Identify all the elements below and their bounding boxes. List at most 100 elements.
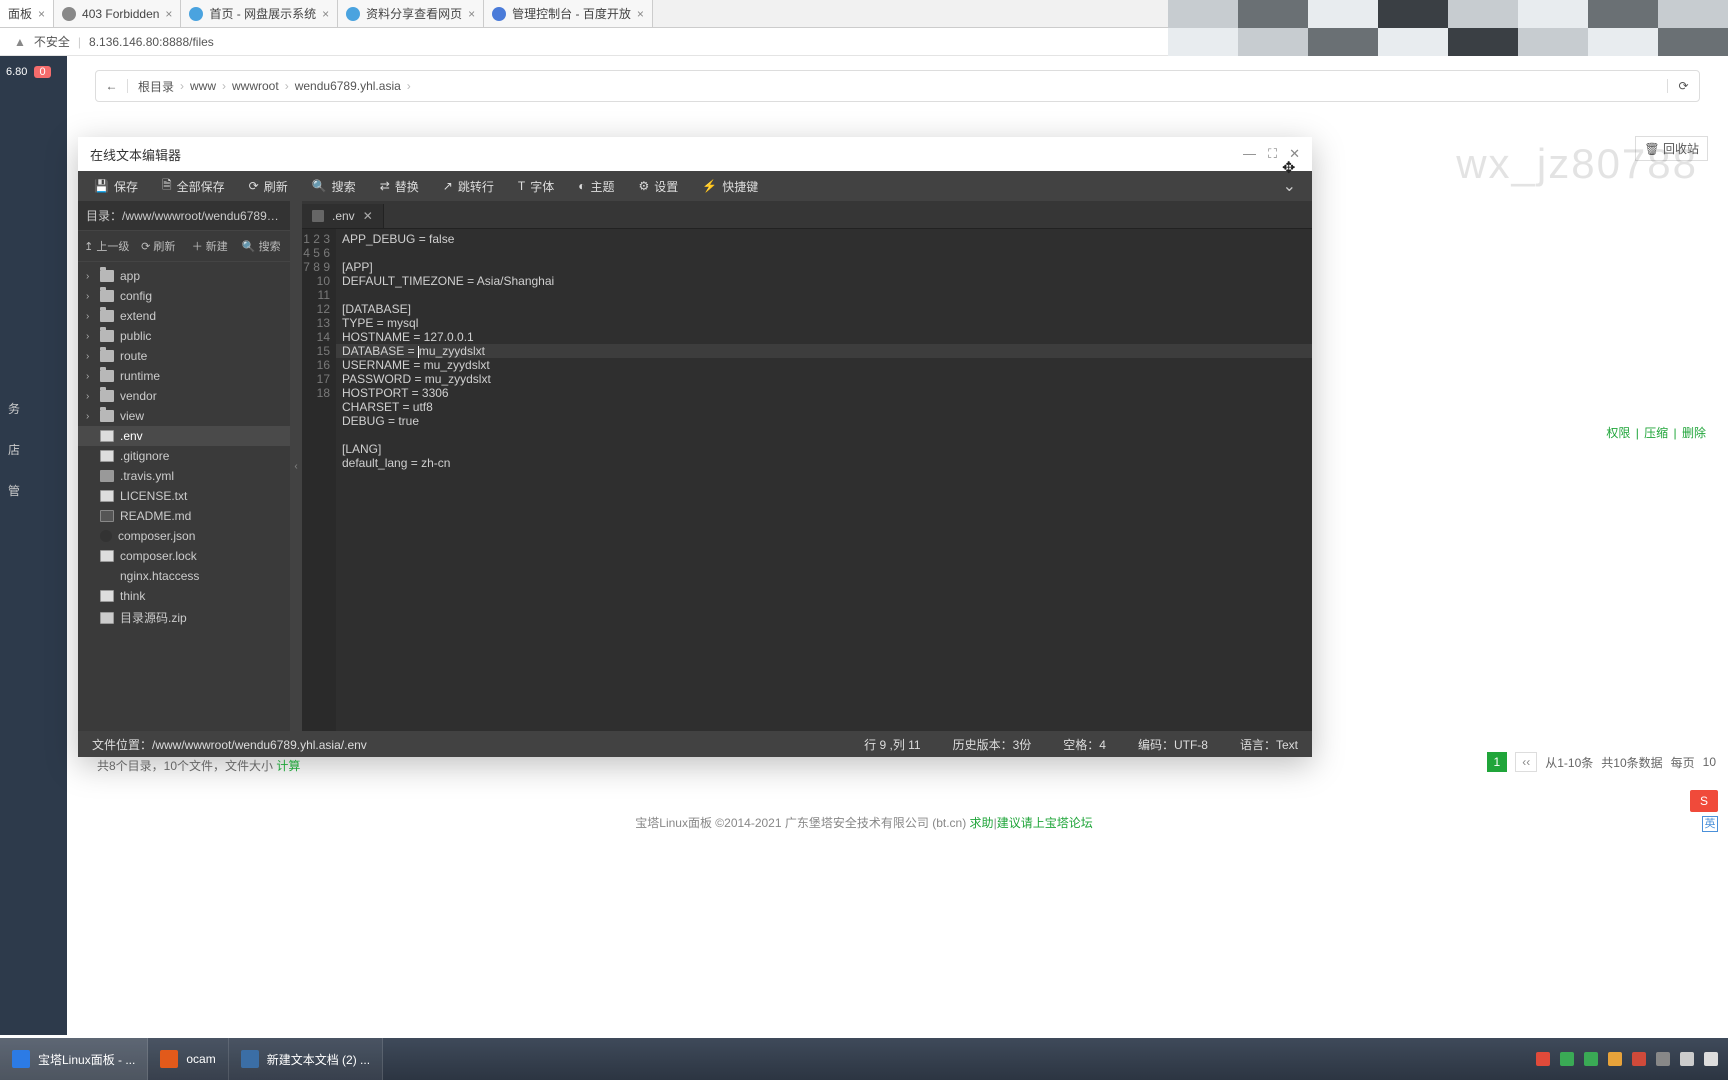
taskbar-item[interactable]: 新建文本文档 (2) ...: [229, 1038, 383, 1080]
file-tree[interactable]: ›app›config›extend›public›route›runtime›…: [78, 262, 290, 731]
collapse-sidebar-button[interactable]: ‹: [290, 201, 302, 731]
permission-link[interactable]: 权限: [1604, 426, 1632, 440]
breadcrumb-back-button[interactable]: ←: [96, 79, 128, 93]
modal-title-bar[interactable]: 在线文本编辑器 — ⛶ ✕: [78, 137, 1312, 171]
tray-icon[interactable]: [1680, 1052, 1694, 1066]
tree-file[interactable]: README.md: [78, 506, 290, 526]
recycle-bin-button[interactable]: 🗑 回收站: [1635, 136, 1708, 161]
volume-icon[interactable]: [1704, 1052, 1718, 1066]
replace-button[interactable]: ⇄替换: [370, 174, 429, 199]
breadcrumb-refresh-button[interactable]: ⟳: [1667, 79, 1699, 93]
forum-link[interactable]: 建议请上宝塔论坛: [997, 816, 1093, 830]
calculate-link[interactable]: 计算: [276, 759, 300, 773]
ime-lang-indicator[interactable]: 英: [1702, 816, 1718, 832]
tab-close-icon[interactable]: ×: [322, 7, 329, 21]
tree-folder[interactable]: ›config: [78, 286, 290, 306]
browser-tab[interactable]: 403 Forbidden ×: [54, 0, 181, 27]
tree-file[interactable]: composer.json: [78, 526, 290, 546]
ime-badge[interactable]: S: [1690, 790, 1718, 812]
status-encoding[interactable]: 编码：UTF-8: [1138, 736, 1208, 753]
code-lines[interactable]: APP_DEBUG = false [APP]DEFAULT_TIMEZONE …: [336, 229, 1312, 731]
tab-close-icon[interactable]: ×: [38, 7, 45, 21]
browser-tab[interactable]: 资料分享查看网页 ×: [338, 0, 484, 27]
breadcrumb-part[interactable]: wendu6789.yhl.asia: [295, 79, 401, 93]
breadcrumb-part[interactable]: www: [190, 79, 216, 93]
notification-badge[interactable]: 0: [34, 66, 50, 78]
taskbar-item[interactable]: 宝塔Linux面板 - ...: [0, 1038, 148, 1080]
tree-file[interactable]: .gitignore: [78, 446, 290, 466]
tree-file[interactable]: .travis.yml: [78, 466, 290, 486]
refresh-tree-button[interactable]: ⟳刷新: [134, 235, 184, 257]
close-icon[interactable]: ✕: [1289, 146, 1300, 162]
row-actions: 权限 | 压缩 | 删除: [1604, 424, 1708, 441]
security-label: 不安全: [34, 33, 70, 50]
status-indent[interactable]: 空格：4: [1063, 736, 1106, 753]
browser-tab[interactable]: 管理控制台 - 百度开放 ×: [484, 0, 653, 27]
tree-folder[interactable]: ›view: [78, 406, 290, 426]
tab-close-icon[interactable]: ✕: [363, 209, 373, 223]
browser-tab[interactable]: 首页 - 网盘展示系统 ×: [181, 0, 338, 27]
tree-file[interactable]: LICENSE.txt: [78, 486, 290, 506]
tree-file[interactable]: think: [78, 586, 290, 606]
refresh-button[interactable]: ⟳刷新: [239, 174, 298, 199]
tray-icon[interactable]: [1536, 1052, 1550, 1066]
tray-icon[interactable]: [1608, 1052, 1622, 1066]
tree-file[interactable]: nginx.htaccess: [78, 566, 290, 586]
tray-icon[interactable]: [1560, 1052, 1574, 1066]
status-language[interactable]: 语言：Text: [1240, 736, 1298, 753]
minimize-icon[interactable]: —: [1243, 146, 1256, 162]
browser-tab[interactable]: 面板 ×: [0, 0, 54, 27]
search-tree-button[interactable]: 🔍搜索: [237, 235, 287, 257]
new-file-button[interactable]: ＋新建: [185, 235, 235, 257]
tray-icon[interactable]: [1656, 1052, 1670, 1066]
tree-label: runtime: [120, 369, 160, 383]
save-all-button[interactable]: 🗎全部保存: [152, 172, 235, 201]
prev-page-button[interactable]: ‹‹: [1515, 752, 1537, 772]
tree-folder[interactable]: ›route: [78, 346, 290, 366]
goto-line-button[interactable]: ↗跳转行: [433, 174, 504, 199]
page-number[interactable]: 1: [1487, 752, 1508, 772]
tab-close-icon[interactable]: ×: [637, 7, 644, 21]
shortcut-button[interactable]: ⚡快捷键: [692, 174, 768, 199]
tree-folder[interactable]: ›runtime: [78, 366, 290, 386]
tree-label: nginx.htaccess: [120, 569, 199, 583]
editor-tab[interactable]: .env ✕: [302, 204, 384, 228]
trash-icon: 🗑: [1644, 142, 1659, 156]
tree-label: think: [120, 589, 145, 603]
nav-item[interactable]: 务: [0, 388, 67, 429]
tree-folder[interactable]: ›extend: [78, 306, 290, 326]
up-level-button[interactable]: ↥上一级: [82, 235, 132, 257]
tree-file[interactable]: .env: [78, 426, 290, 446]
taskbar-item[interactable]: ocam: [148, 1038, 228, 1080]
search-button[interactable]: 🔍搜索: [302, 174, 366, 199]
font-button[interactable]: T字体: [508, 174, 564, 199]
nav-item[interactable]: 管: [0, 470, 67, 511]
chevron-down-icon[interactable]: ⌄: [1273, 176, 1306, 196]
file-icon: [100, 430, 114, 442]
tab-close-icon[interactable]: ×: [468, 7, 475, 21]
code-editor[interactable]: 1 2 3 4 5 6 7 8 9 10 11 12 13 14 15 16 1…: [302, 229, 1312, 731]
system-tray[interactable]: [1526, 1038, 1728, 1080]
breadcrumb-part[interactable]: wwwroot: [232, 79, 279, 93]
breadcrumb-root[interactable]: 根目录: [138, 78, 174, 95]
save-button[interactable]: 💾保存: [84, 174, 148, 199]
tree-folder[interactable]: ›app: [78, 266, 290, 286]
delete-link[interactable]: 删除: [1680, 426, 1708, 440]
folder-stats: 共8个目录，10个文件，文件大小 计算: [97, 757, 300, 774]
tab-close-icon[interactable]: ×: [165, 7, 172, 21]
settings-button[interactable]: ⚙设置: [628, 174, 688, 199]
compress-link[interactable]: 压缩: [1642, 426, 1670, 440]
folder-icon: [100, 310, 114, 322]
theme-button[interactable]: ◐主题: [568, 174, 624, 199]
status-history[interactable]: 历史版本：3份: [953, 736, 1032, 753]
maximize-icon[interactable]: ⛶: [1268, 146, 1277, 162]
tree-folder[interactable]: ›public: [78, 326, 290, 346]
tray-icon[interactable]: [1584, 1052, 1598, 1066]
tree-file[interactable]: 目录源码.zip: [78, 606, 290, 629]
nav-item[interactable]: 店: [0, 429, 67, 470]
help-link[interactable]: 求助: [970, 816, 994, 830]
tree-folder[interactable]: ›vendor: [78, 386, 290, 406]
tree-file[interactable]: composer.lock: [78, 546, 290, 566]
tray-icon[interactable]: [1632, 1052, 1646, 1066]
breadcrumb-path[interactable]: 根目录 › www › wwwroot › wendu6789.yhl.asia…: [128, 78, 1667, 95]
